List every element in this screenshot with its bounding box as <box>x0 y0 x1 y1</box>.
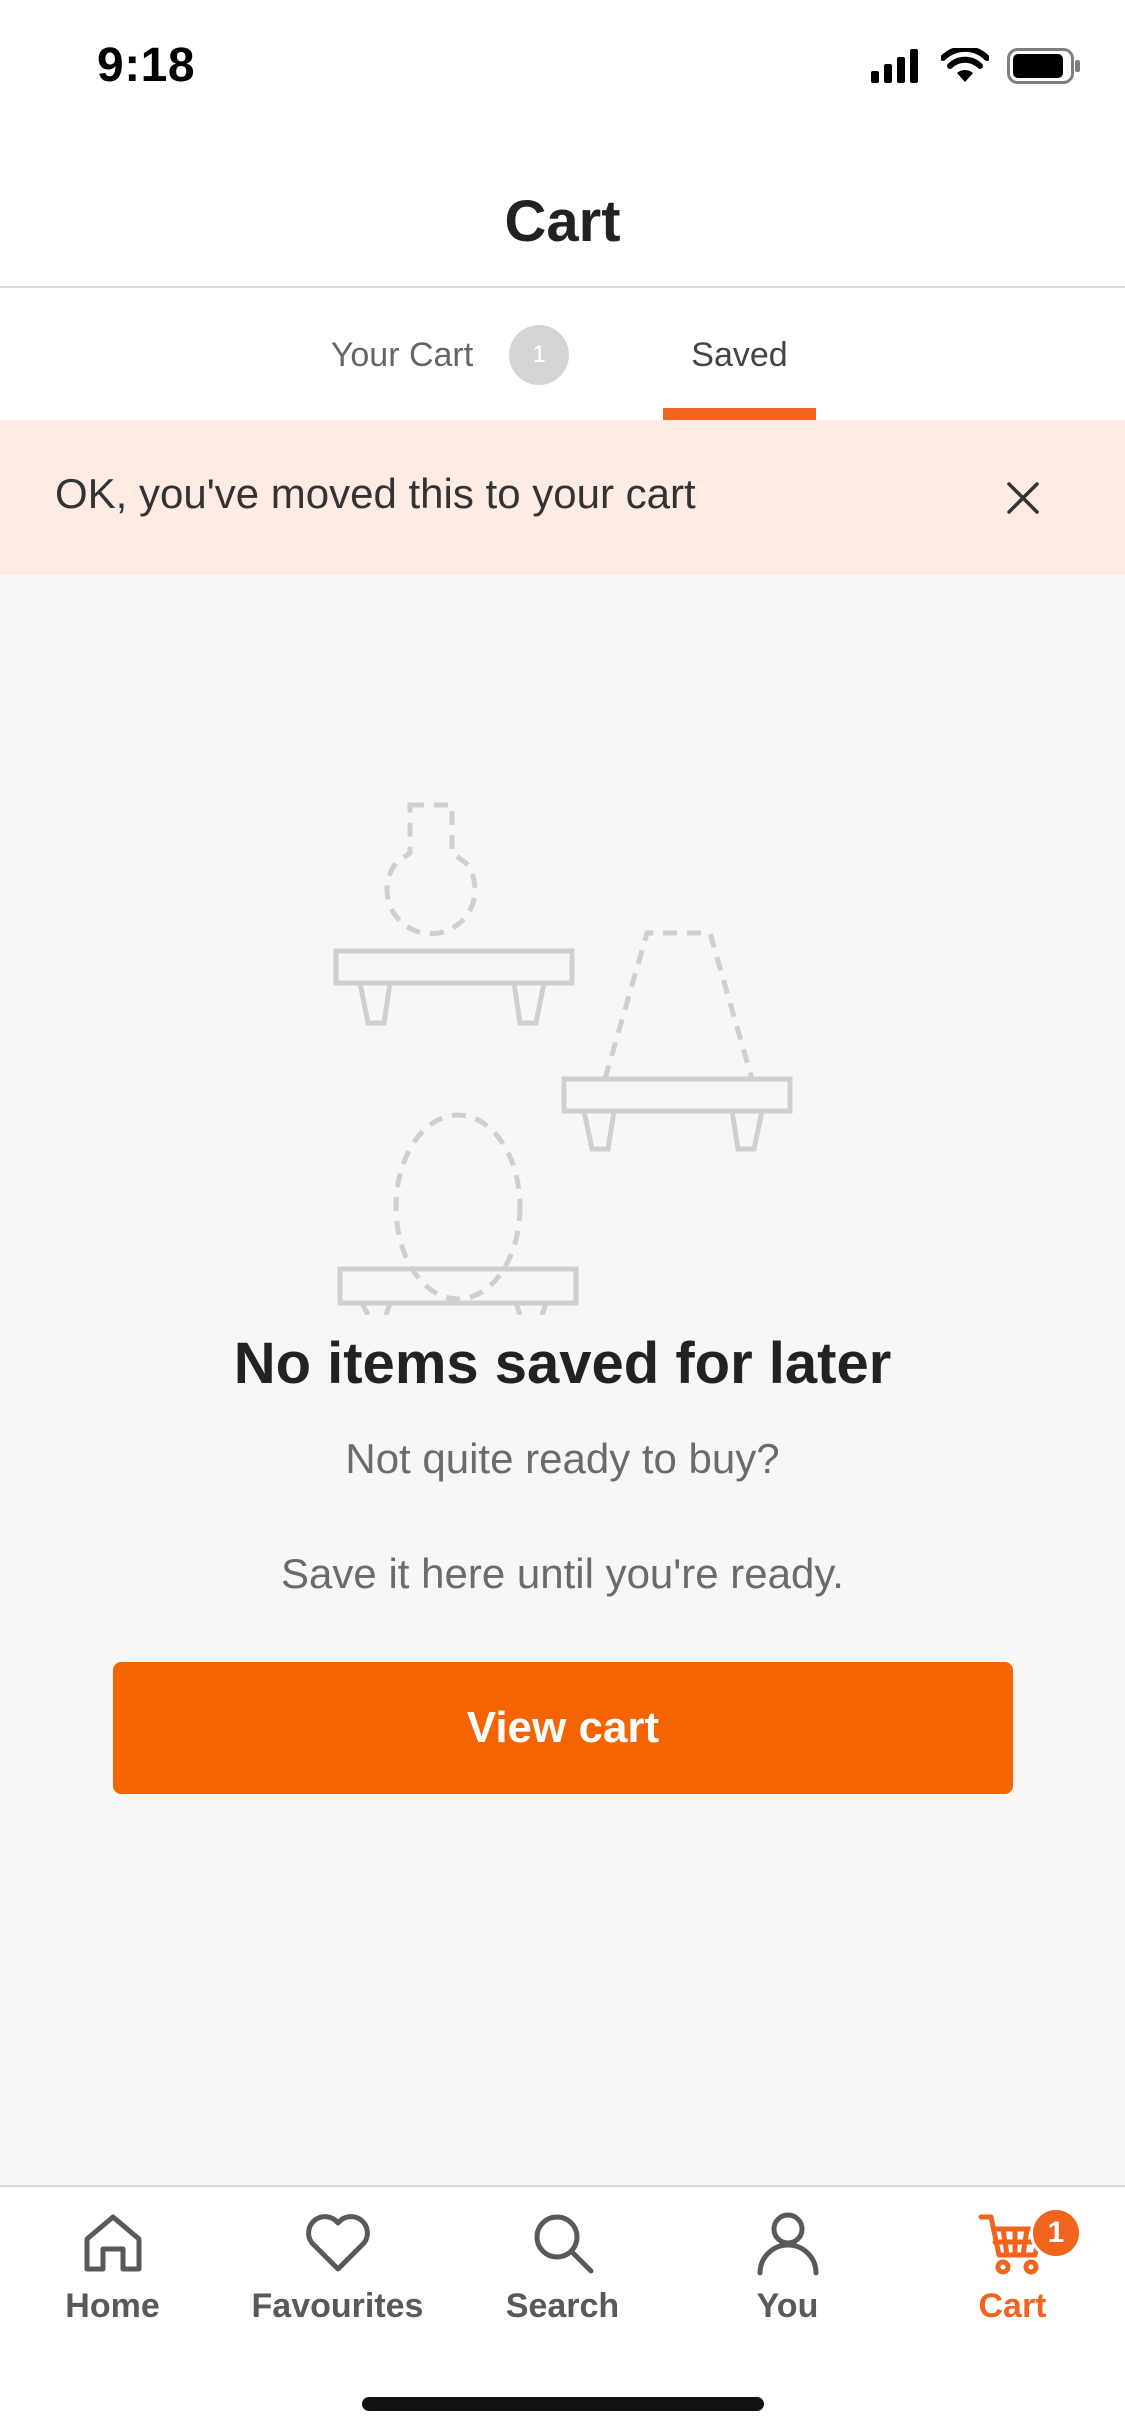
signal-icon <box>871 49 918 83</box>
nav-label-favourites: Favourites <box>251 2287 424 2325</box>
tab-saved[interactable]: Saved <box>663 290 816 420</box>
page-title: Cart <box>504 189 621 254</box>
cart-tabs: Your Cart 1 Saved <box>0 290 1125 420</box>
status-bar: 9:18 <box>0 0 1125 140</box>
home-indicator <box>362 2397 764 2411</box>
cone-lamp-icon <box>602 930 755 1080</box>
person-icon <box>757 2212 818 2276</box>
nav-label-cart: Cart <box>978 2287 1047 2325</box>
nav-item-favourites[interactable]: Favourites <box>225 2207 450 2337</box>
nav-label-search: Search <box>505 2287 620 2325</box>
active-tab-indicator <box>663 408 816 420</box>
home-icon <box>84 2214 141 2272</box>
tab-count-badge: 1 <box>509 325 570 385</box>
notification-banner: OK, you've moved this to your cart <box>0 420 1125 575</box>
empty-shelves-illustration <box>333 802 793 1315</box>
cart-count-badge: 1 <box>1030 2207 1082 2259</box>
nav-item-you[interactable]: You <box>675 2207 900 2337</box>
bottle-vase-icon <box>384 802 478 937</box>
nav-label-home: Home <box>65 2287 160 2325</box>
search-icon <box>534 2214 593 2274</box>
empty-state-description: Save it here until you're ready. <box>281 1550 844 1597</box>
empty-state-subtitle: Not quite ready to buy? <box>345 1435 780 1482</box>
tab-your-cart[interactable]: Your Cart 1 <box>300 290 600 420</box>
tab-your-cart-label: Your Cart <box>330 335 474 374</box>
close-icon[interactable] <box>1003 478 1043 518</box>
tab-saved-label: Saved <box>691 335 788 374</box>
status-time: 9:18 <box>97 39 196 92</box>
banner-message: OK, you've moved this to your cart <box>55 470 696 517</box>
header: Cart <box>0 140 1125 288</box>
battery-icon <box>1007 48 1080 84</box>
nav-item-cart[interactable]: 1 Cart <box>900 2207 1125 2337</box>
status-icons <box>871 48 1081 84</box>
nav-item-search[interactable]: Search <box>450 2207 675 2337</box>
wifi-icon <box>941 48 989 82</box>
view-cart-button[interactable]: View cart <box>113 1662 1013 1794</box>
nav-label-you: You <box>756 2287 819 2325</box>
nav-item-home[interactable]: Home <box>0 2207 225 2337</box>
saved-content: No items saved for later Not quite ready… <box>0 575 1125 2185</box>
empty-state-title: No items saved for later <box>233 1331 892 1396</box>
heart-icon <box>305 2214 370 2272</box>
